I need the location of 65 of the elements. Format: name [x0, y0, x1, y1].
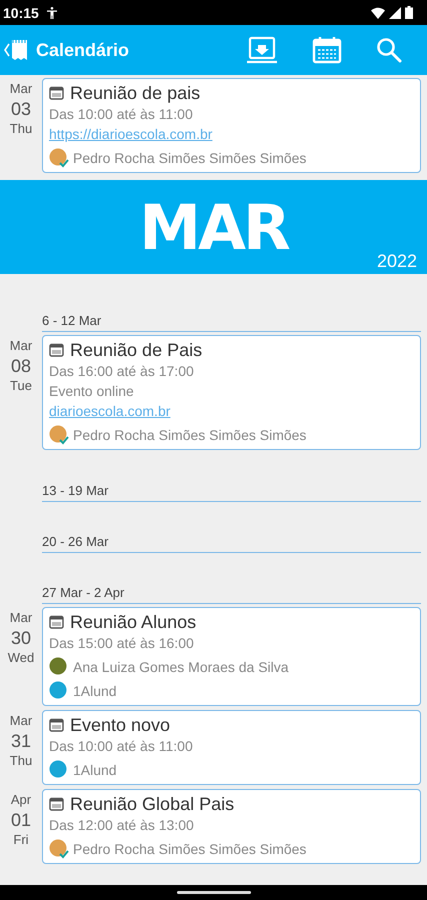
- avatar-icon: [49, 839, 69, 859]
- event-detail: Das 10:00 até às 11:00: [49, 105, 193, 124]
- attendee-name: Pedro Rocha Simões Simões Simões: [73, 427, 306, 443]
- calendar-icon: [312, 36, 342, 64]
- event-card[interactable]: Reunião Alunos Das 15:00 até às 16:00 Ana Luiza Gomes Moraes da Silva 1Alund: [42, 607, 421, 706]
- wifi-icon: [371, 6, 385, 18]
- avatar-icon: [49, 657, 69, 677]
- attendee-name: Pedro Rocha Simões Simões Simões: [73, 150, 306, 166]
- date-weekday: Tue: [10, 377, 32, 395]
- event-detail: Das 16:00 até às 17:00: [49, 362, 194, 381]
- status-time: 10:15: [3, 4, 39, 20]
- signal-icon: [389, 6, 401, 18]
- event-title: Evento novo: [70, 714, 170, 736]
- date-month: Mar: [10, 80, 32, 98]
- event-card[interactable]: Reunião de Pais Das 16:00 até às 17:00 Evento online diarioescola.com.br Pedro Rocha Simões Simões Simões: [42, 335, 421, 450]
- calendar-logo-icon: [4, 37, 28, 63]
- attendee-name: 1Alund: [73, 683, 117, 699]
- event-detail: Das 15:00 até às 16:00: [49, 634, 194, 653]
- date-weekday: Fri: [13, 831, 29, 849]
- attendee-name: Pedro Rocha Simões Simões Simões: [73, 841, 306, 857]
- event-card[interactable]: Reunião de pais Das 10:00 até às 11:00 https://diarioescola.com.br Pedro Rocha Simões Simões Simões: [42, 78, 421, 173]
- month-title: MAR: [139, 190, 288, 264]
- search-icon: [376, 37, 402, 63]
- avatar-icon: [49, 681, 69, 701]
- app-title: Calendário: [36, 40, 130, 60]
- event-card[interactable]: Reunião Global Pais Das 12:00 até às 13:00 Pedro Rocha Simões Simões Simões: [42, 789, 421, 864]
- week-label: 6 - 12 Mar: [42, 313, 102, 328]
- date-day: 03: [10, 98, 32, 120]
- event-title: Reunião de pais: [70, 82, 200, 104]
- date-month: Apr: [10, 791, 32, 809]
- avatar-icon: [49, 148, 69, 168]
- event-title: Reunião Alunos: [70, 611, 196, 633]
- date-month: Mar: [10, 712, 32, 730]
- avatar-icon: [49, 425, 69, 445]
- date-day: 31: [10, 730, 32, 752]
- date-weekday: Wed: [8, 649, 34, 667]
- back-button[interactable]: [4, 37, 28, 63]
- event-title: Reunião de Pais: [70, 339, 202, 361]
- attendee-name: 1Alund: [73, 762, 117, 778]
- event-title: Reunião Global Pais: [70, 793, 234, 815]
- date-weekday: Thu: [10, 120, 32, 138]
- week-label: 13 - 19 Mar: [42, 483, 108, 498]
- attendee-name: Ana Luiza Gomes Moraes da Silva: [73, 659, 289, 675]
- week-label: 20 - 26 Mar: [42, 534, 108, 549]
- battery-icon: [405, 6, 413, 19]
- calendar-icon: [49, 718, 64, 732]
- event-card[interactable]: Evento novo Das 10:00 até às 11:00 1Alund: [42, 710, 421, 785]
- date-month: Mar: [10, 609, 32, 627]
- calendar-icon: [49, 86, 64, 100]
- week-label: 27 Mar - 2 Apr: [42, 585, 124, 600]
- calendar-icon: [49, 343, 64, 357]
- date-weekday: Thu: [10, 752, 32, 770]
- date-day: 30: [10, 627, 32, 649]
- avatar-icon: [49, 760, 69, 780]
- event-detail: Das 12:00 até às 13:00: [49, 816, 194, 835]
- event-detail: Evento online: [49, 382, 134, 401]
- date-month: Mar: [10, 337, 32, 355]
- accessibility-icon: [46, 6, 57, 18]
- date-day: 01: [10, 809, 32, 831]
- year-label: 2022: [376, 251, 417, 272]
- calendar-icon: [49, 615, 64, 629]
- calendar-icon: [49, 797, 64, 811]
- date-day: 08: [10, 355, 32, 377]
- event-detail: Das 10:00 até às 11:00: [49, 737, 193, 756]
- download-icon: [246, 36, 278, 64]
